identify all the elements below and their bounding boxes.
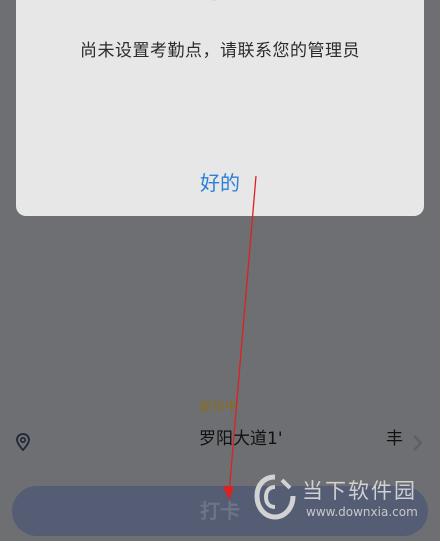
location-pin-icon[interactable] (13, 432, 33, 452)
alert-dialog: ” 尚未设置考勤点，请联系您的管理员 好的 (16, 0, 424, 216)
dialog-top-mark: ” (211, 0, 219, 12)
address-tail: 丰 (386, 429, 403, 449)
downxia-logo-icon (254, 474, 296, 520)
location-status: 定位中 (199, 400, 239, 415)
dialog-message: 尚未设置考勤点，请联系您的管理员 (80, 41, 360, 61)
watermark-url: www.downxia.com (306, 505, 418, 519)
watermark-title: 当下软件园 (302, 479, 417, 503)
chevron-right-icon[interactable] (410, 434, 424, 452)
current-address: 罗阳大道1' (199, 429, 283, 449)
ok-button[interactable]: 好的 (186, 166, 254, 200)
